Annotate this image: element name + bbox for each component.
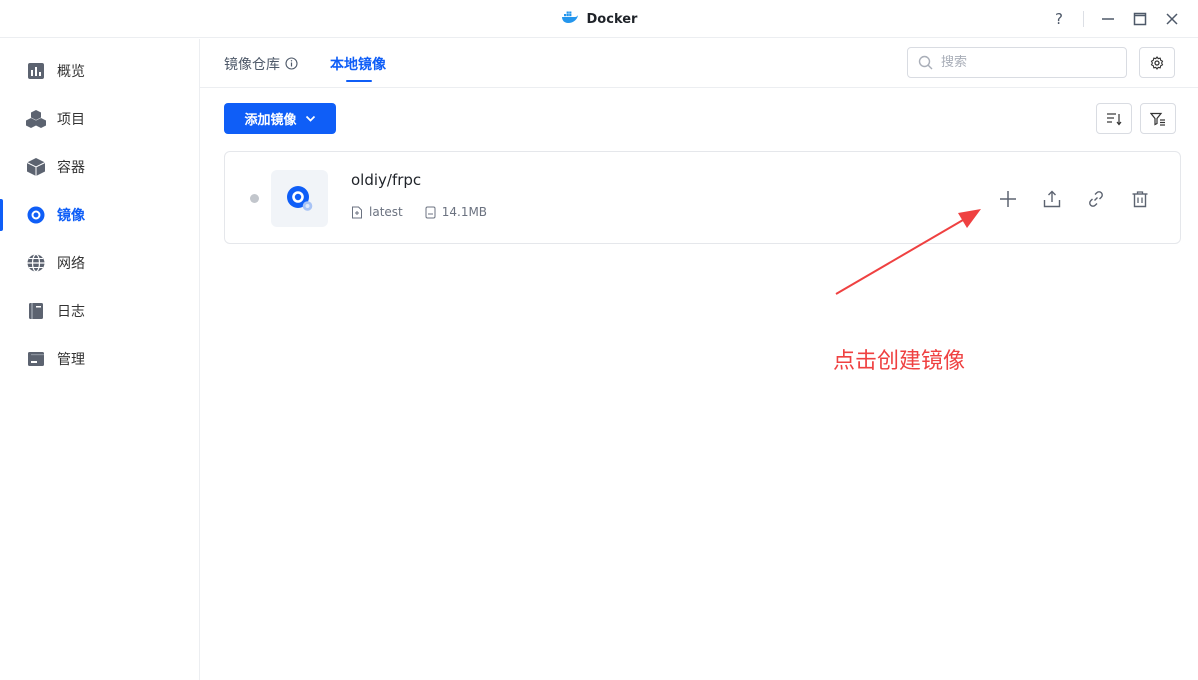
maximize-button[interactable] (1129, 8, 1151, 30)
help-icon: ? (1055, 10, 1063, 28)
sidebar-item-project[interactable]: 项目 (0, 97, 199, 141)
tab-label: 本地镜像 (330, 56, 386, 73)
close-button[interactable] (1161, 8, 1183, 30)
sidebar-item-label: 项目 (57, 112, 85, 128)
sidebar-item-label: 镜像 (57, 208, 85, 224)
close-icon (1166, 13, 1178, 25)
sort-icon (1107, 112, 1122, 125)
info-icon[interactable] (285, 57, 298, 70)
window-title: Docker (0, 0, 1198, 38)
sidebar-item-log[interactable]: 日志 (0, 289, 199, 333)
overview-icon (26, 61, 46, 81)
search-icon (918, 55, 933, 70)
trash-icon (1132, 191, 1148, 208)
add-image-button[interactable]: 添加镜像 (224, 103, 336, 134)
network-icon (26, 253, 46, 273)
sidebar-item-manage[interactable]: 管理 (0, 337, 199, 381)
tag-file-icon (352, 206, 362, 218)
minimize-button[interactable] (1097, 8, 1119, 30)
docker-window: Docker ? 概览 项目 容器 镜像 网络 日志 管理 镜像仓库 本地镜像 … (0, 0, 1198, 680)
filter-button[interactable] (1140, 103, 1176, 134)
search-box[interactable] (907, 47, 1127, 78)
status-indicator (250, 194, 259, 203)
sidebar-item-label: 概览 (57, 64, 85, 80)
filter-icon (1150, 112, 1165, 126)
sidebar-item-overview[interactable]: 概览 (0, 49, 199, 93)
tab-bar: 镜像仓库 本地镜像 (200, 39, 1198, 88)
gear-icon (1150, 55, 1164, 70)
title-separator (1083, 11, 1084, 27)
search-input[interactable] (941, 55, 1111, 70)
upload-icon (1043, 190, 1061, 208)
annotation-text: 点击创建镜像 (833, 349, 966, 374)
title-bar: Docker ? (0, 0, 1198, 38)
sidebar-item-image[interactable]: 镜像 (0, 193, 199, 237)
sidebar: 概览 项目 容器 镜像 网络 日志 管理 (0, 39, 200, 680)
link-button[interactable] (1083, 186, 1109, 212)
sort-button[interactable] (1096, 103, 1132, 134)
storage-icon (425, 206, 436, 218)
image-tag: latest (369, 205, 403, 219)
window-title-text: Docker (586, 11, 638, 27)
sidebar-item-label: 网络 (57, 256, 85, 272)
chevron-down-icon (305, 115, 315, 122)
tab-image-registry[interactable]: 镜像仓库 (224, 39, 298, 88)
delete-button[interactable] (1127, 186, 1153, 212)
image-disc-icon (286, 185, 312, 211)
link-icon (1089, 191, 1103, 207)
maximize-icon (1133, 12, 1147, 26)
sidebar-item-label: 管理 (57, 352, 85, 368)
sidebar-item-container[interactable]: 容器 (0, 145, 199, 189)
image-name: oldiy/frpc (351, 171, 422, 189)
manage-icon (26, 349, 46, 369)
add-image-label: 添加镜像 (244, 113, 297, 128)
container-icon (26, 157, 46, 177)
plus-icon (1000, 191, 1016, 207)
image-meta: latest 14.1MB (351, 205, 487, 219)
settings-button[interactable] (1139, 47, 1175, 78)
image-size: 14.1MB (441, 205, 488, 219)
sidebar-item-label: 日志 (57, 304, 85, 320)
help-button[interactable]: ? (1048, 8, 1070, 30)
minimize-icon (1102, 18, 1114, 20)
active-tab-indicator (346, 80, 372, 82)
log-icon (26, 301, 46, 321)
tab-label: 镜像仓库 (224, 56, 280, 73)
image-thumbnail (271, 170, 328, 227)
image-card[interactable]: oldiy/frpc latest 14.1MB (224, 151, 1181, 244)
create-container-button[interactable] (995, 186, 1021, 212)
image-icon (26, 205, 46, 225)
sidebar-item-label: 容器 (57, 160, 85, 176)
export-button[interactable] (1039, 186, 1065, 212)
docker-logo-icon (561, 10, 579, 28)
sidebar-item-network[interactable]: 网络 (0, 241, 199, 285)
project-icon (26, 109, 46, 129)
